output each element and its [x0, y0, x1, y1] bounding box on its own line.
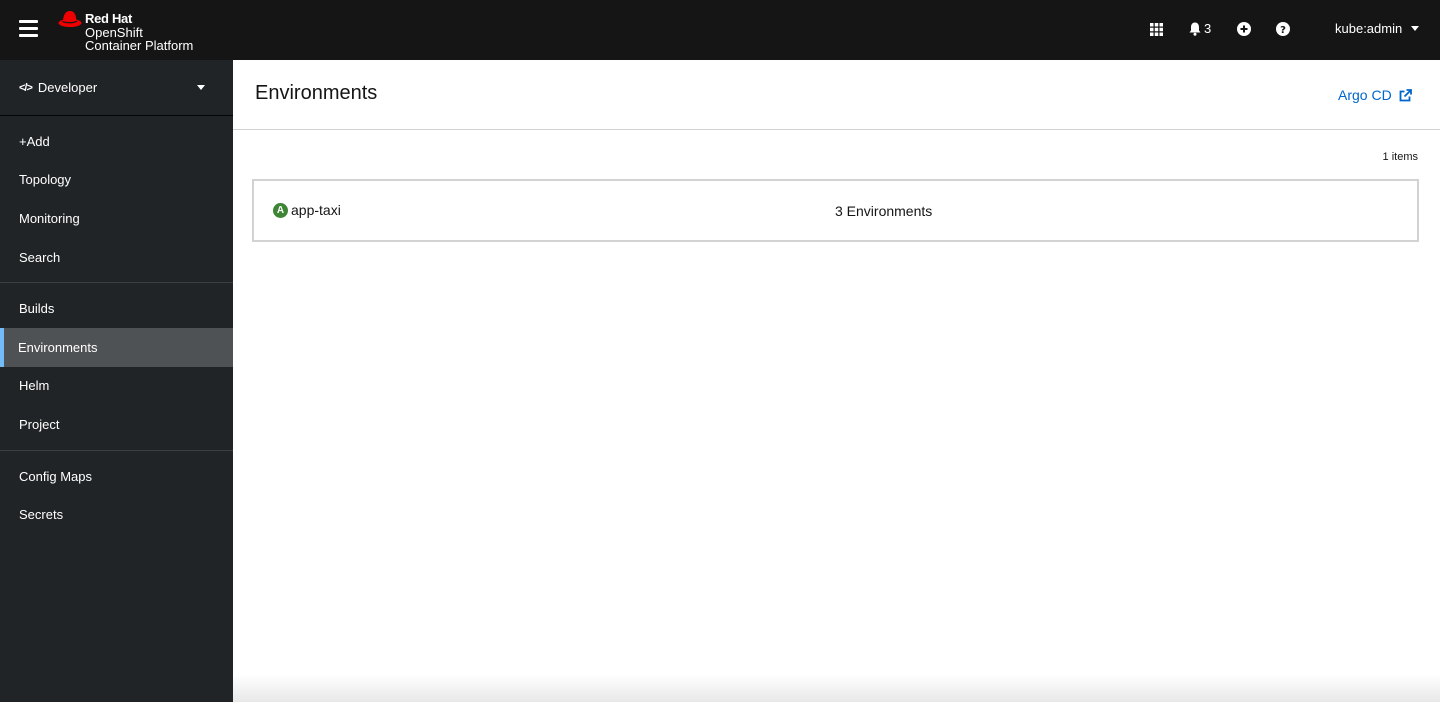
question-circle-icon: ?	[1276, 22, 1290, 36]
page-header: Environments Argo CD	[233, 60, 1440, 130]
sidebar-item-topology[interactable]: Topology	[0, 161, 233, 200]
help-button[interactable]: ?	[1276, 22, 1290, 36]
hamburger-icon[interactable]	[19, 20, 38, 37]
external-link-icon	[1399, 88, 1412, 101]
sidebar-item-label: Project	[19, 416, 60, 432]
notifications-button[interactable]: 3	[1189, 21, 1211, 36]
sidebar-item-label: Environments	[18, 339, 98, 355]
environments-count: 3 Environments	[835, 203, 933, 219]
user-menu[interactable]: kube:admin	[1335, 21, 1420, 36]
code-icon: </>	[19, 81, 33, 94]
apps-launcher-button[interactable]	[1150, 23, 1163, 36]
caret-down-icon	[1411, 26, 1420, 31]
nav-group-1: +Add Topology Monitoring Search	[0, 116, 233, 284]
sidebar-item-label: Monitoring	[19, 210, 80, 226]
brand-line-3: Container Platform	[85, 38, 194, 53]
bell-icon	[1189, 22, 1201, 36]
sidebar-item-config-maps[interactable]: Config Maps	[0, 457, 233, 496]
grid-icon	[1150, 23, 1163, 36]
masthead: Red Hat OpenShift Container Platform 3 ?…	[0, 0, 1440, 60]
page-title: Environments	[255, 82, 378, 104]
svg-text:?: ?	[1280, 25, 1286, 36]
application-badge-icon: A	[273, 202, 288, 218]
argo-cd-link[interactable]: Argo CD	[1338, 87, 1412, 103]
perspective-label: Developer	[37, 80, 98, 95]
argo-cd-label: Argo CD	[1338, 87, 1392, 103]
notifications-count: 3	[1204, 21, 1212, 36]
sidebar-item-project[interactable]: Project	[0, 405, 233, 444]
items-count: 1 items	[1382, 151, 1418, 163]
nav-group-2: Builds Environments Helm Project	[0, 283, 233, 451]
red-hat-icon	[58, 11, 82, 27]
application-name: app-taxi	[291, 202, 341, 218]
quick-create-button[interactable]	[1237, 22, 1251, 36]
sidebar-item-label: Helm	[19, 378, 50, 394]
nav-group-3: Config Maps Secrets	[0, 451, 233, 540]
sidebar-item-label: Topology	[19, 172, 72, 188]
sidebar-item-environments[interactable]: Environments	[0, 327, 233, 367]
sidebar-item-label: Config Maps	[19, 468, 92, 484]
sidebar-item-label: Search	[19, 249, 61, 265]
sidebar-item-helm[interactable]: Helm	[0, 367, 233, 406]
sidebar-item-monitoring[interactable]: Monitoring	[0, 199, 233, 238]
sidebar-item-label: Secrets	[19, 507, 64, 523]
brand-line-1: Red Hat	[85, 11, 133, 26]
main-content: Environments Argo CD 1 items A app-taxi …	[233, 60, 1440, 702]
plus-circle-icon	[1237, 22, 1251, 36]
sidebar-item-add[interactable]: +Add	[0, 122, 233, 161]
sidebar-item-search[interactable]: Search	[0, 238, 233, 277]
application-name-cell[interactable]: A app-taxi	[273, 202, 341, 218]
sidebar-item-label: +Add	[19, 133, 50, 149]
sidebar-item-label: Builds	[19, 301, 55, 317]
sidebar-item-secrets[interactable]: Secrets	[0, 495, 233, 534]
username: kube:admin	[1335, 21, 1403, 36]
brand-logo[interactable]: Red Hat OpenShift Container Platform	[58, 9, 208, 53]
bottom-shadow	[233, 674, 1440, 702]
sidebar: </> Developer +Add Topology Monitoring S…	[0, 60, 233, 702]
table-row[interactable]: A app-taxi 3 Environments	[252, 179, 1419, 242]
perspective-switcher[interactable]: </> Developer	[0, 60, 233, 116]
sidebar-item-builds[interactable]: Builds	[0, 289, 233, 328]
caret-down-icon	[197, 85, 205, 90]
